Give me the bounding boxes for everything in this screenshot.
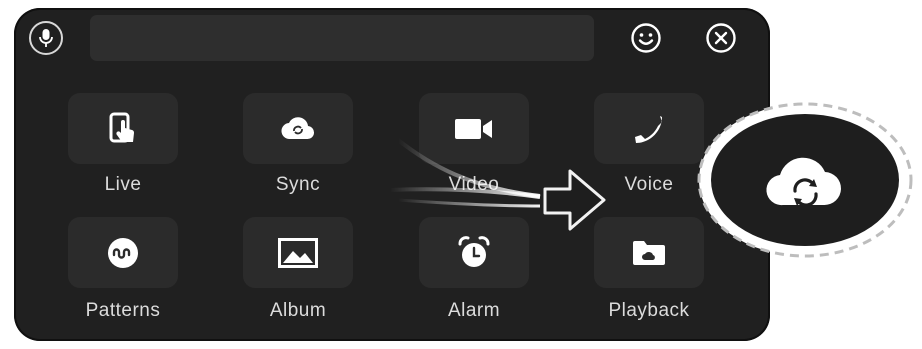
sync-callout-magnifier	[697, 102, 913, 258]
